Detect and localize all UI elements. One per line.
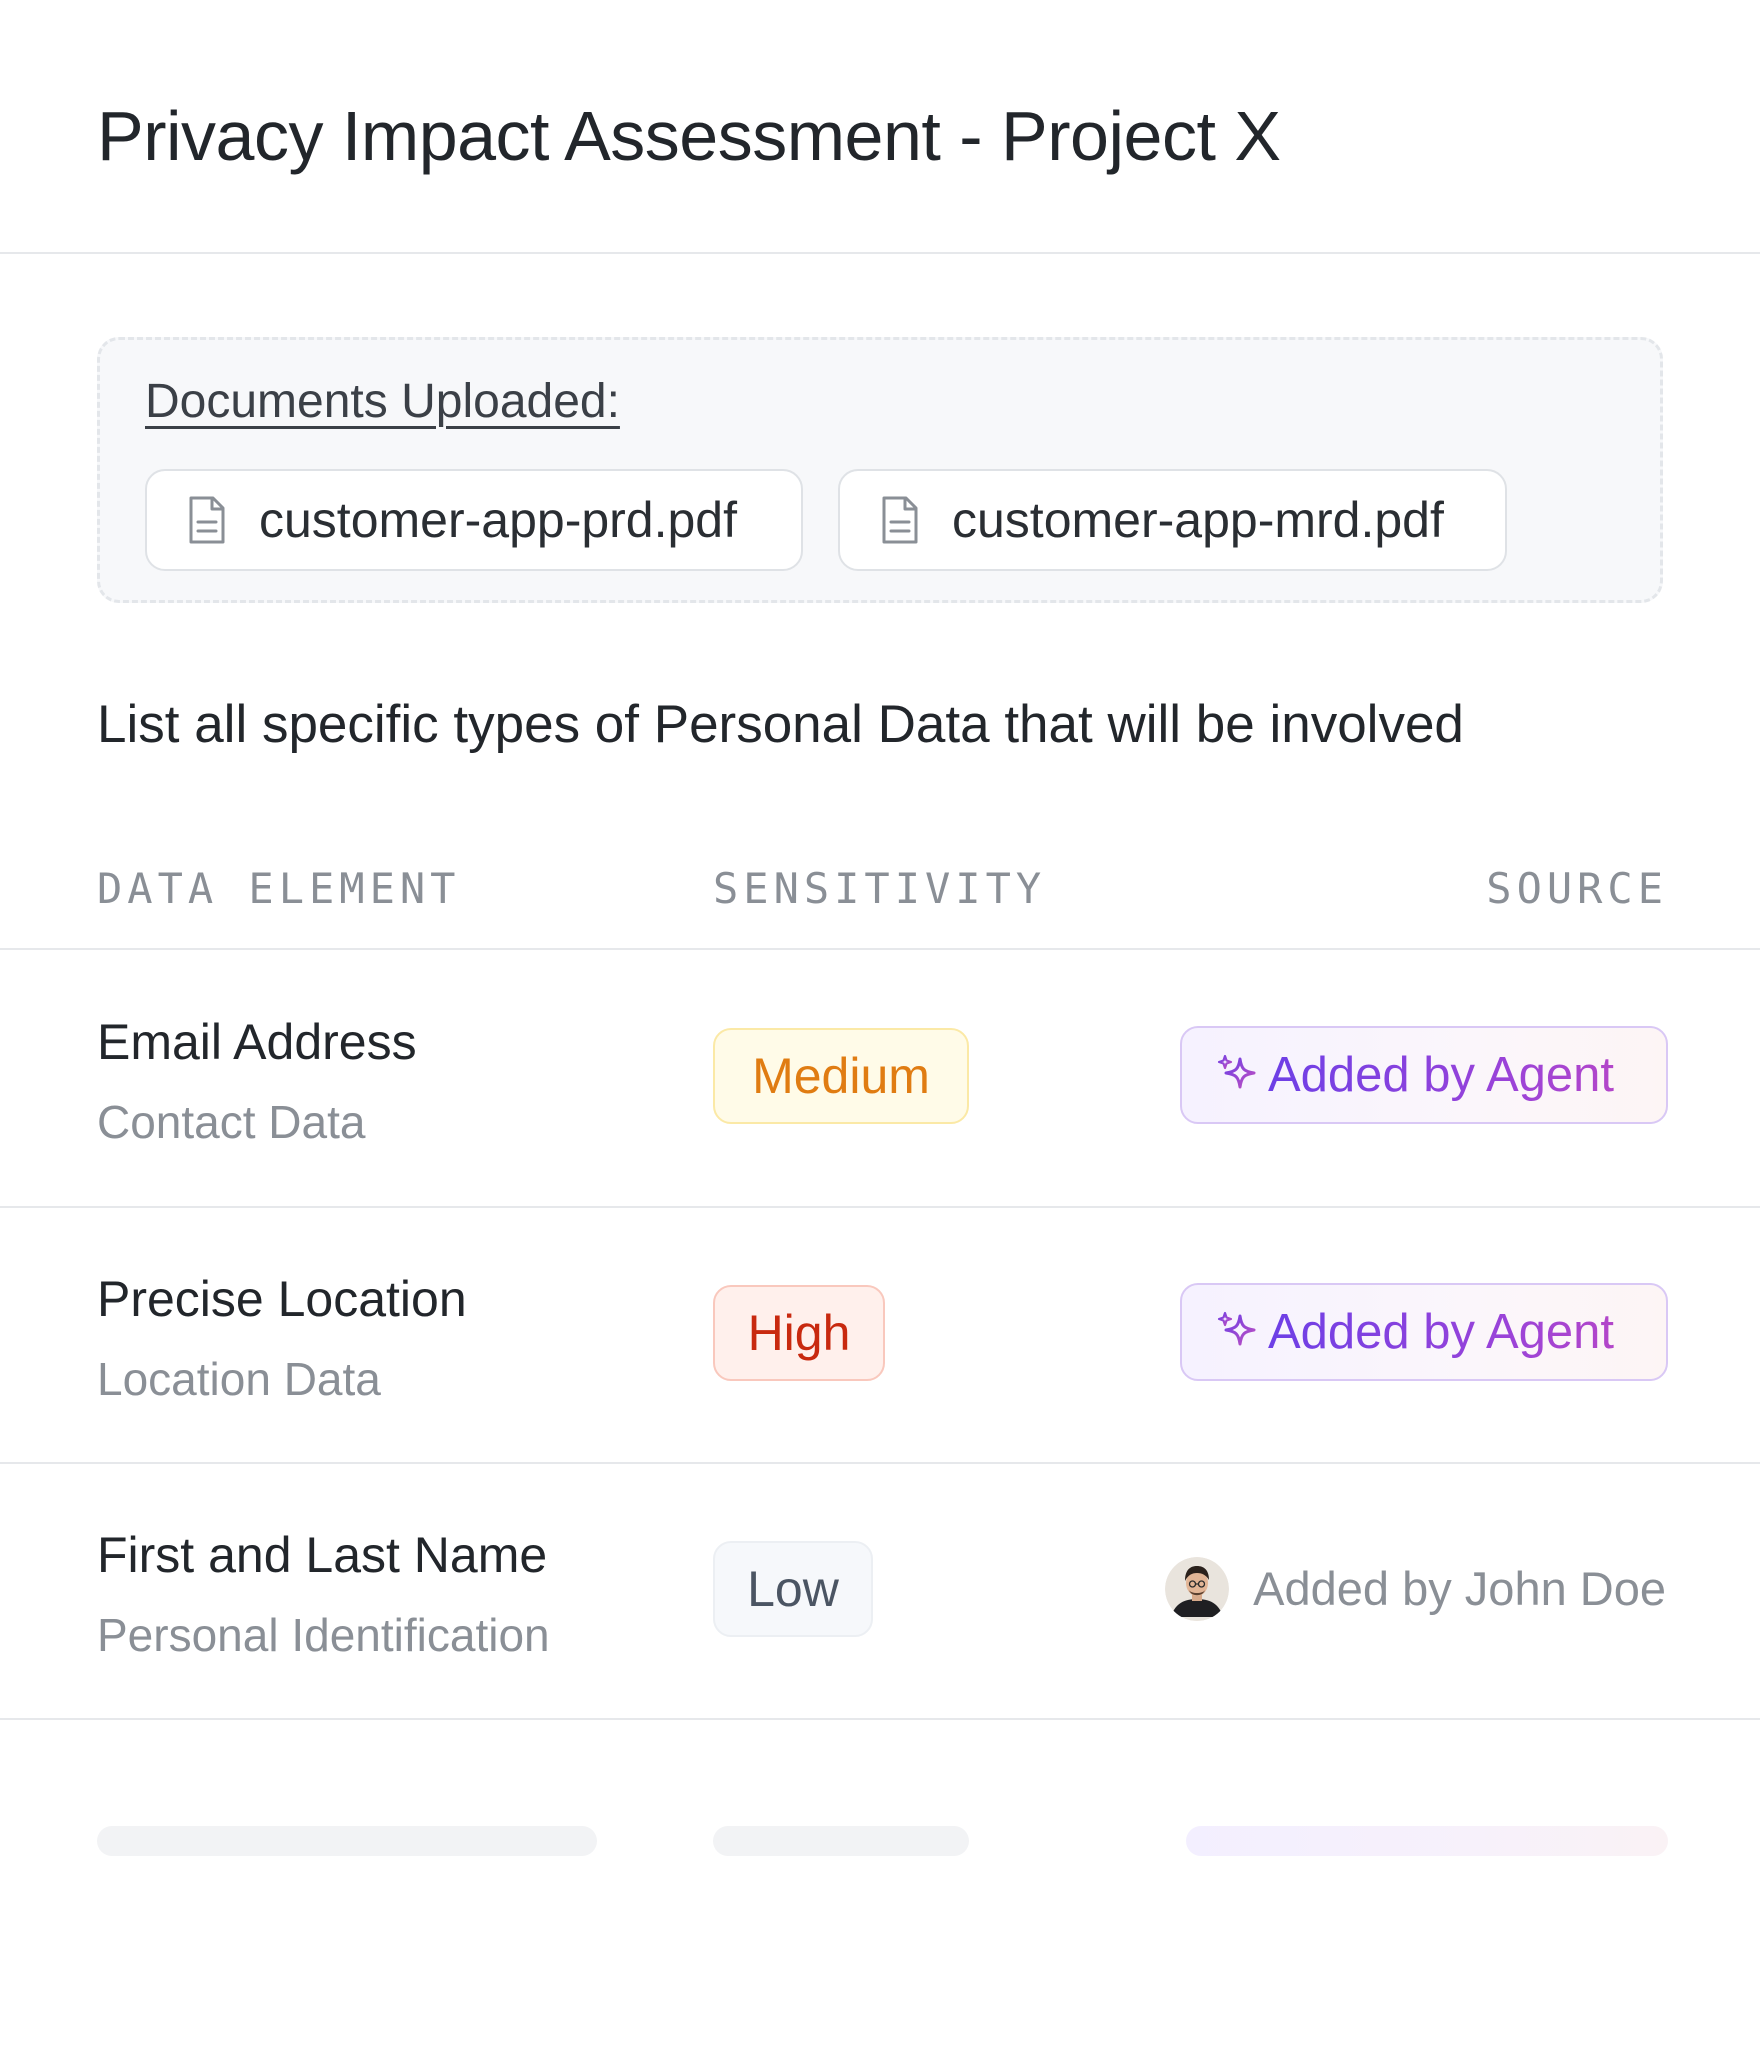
documents-uploaded-heading: Documents Uploaded: — [145, 375, 620, 428]
source-label: Added by John Doe — [1253, 1562, 1666, 1615]
document-chip-mrd[interactable]: customer-app-mrd.pdf — [838, 469, 1507, 571]
document-name: customer-app-mrd.pdf — [952, 492, 1444, 548]
sparkle-icon — [1217, 1311, 1256, 1346]
data-element-name: First and Last Name — [97, 1527, 548, 1583]
source-label: Added by Agent — [1268, 1302, 1614, 1362]
table-row[interactable]: Email Address Contact Data Medium Added … — [0, 950, 1760, 1206]
document-chip-prd[interactable]: customer-app-prd.pdf — [145, 469, 803, 571]
source-added-by-agent: Added by Agent — [1180, 1283, 1668, 1381]
document-name: customer-app-prd.pdf — [259, 492, 738, 548]
table-row[interactable]: Precise Location Location Data High Adde… — [0, 1207, 1760, 1463]
column-header-source: SOURCE — [1486, 864, 1668, 913]
file-icon — [189, 496, 225, 544]
file-icon — [882, 496, 918, 544]
column-header-data-element: DATA ELEMENT — [97, 864, 461, 913]
source-added-by-agent: Added by Agent — [1180, 1026, 1668, 1124]
column-header-sensitivity: SENSITIVITY — [713, 864, 1047, 913]
loading-placeholder-element — [97, 1826, 597, 1856]
data-element-category: Location Data — [97, 1353, 381, 1405]
privacy-assessment-page: Privacy Impact Assessment - Project X Do… — [0, 0, 1760, 2072]
page-title: Privacy Impact Assessment - Project X — [97, 97, 1281, 175]
data-element-name: Email Address — [97, 1014, 417, 1070]
data-element-category: Contact Data — [97, 1096, 366, 1148]
page-header: Privacy Impact Assessment - Project X — [0, 0, 1760, 254]
loading-placeholder-sensitivity — [713, 1826, 969, 1856]
personal-data-question: List all specific types of Personal Data… — [97, 695, 1464, 754]
sensitivity-badge-medium[interactable]: Medium — [713, 1028, 969, 1124]
loading-placeholder-source — [1186, 1826, 1668, 1856]
sparkle-icon — [1217, 1054, 1256, 1089]
data-element-category: Personal Identification — [97, 1609, 550, 1661]
avatar — [1165, 1557, 1230, 1621]
row-divider — [0, 1718, 1760, 1720]
sensitivity-badge-low[interactable]: Low — [713, 1541, 873, 1637]
sensitivity-badge-high[interactable]: High — [713, 1285, 885, 1381]
table-row[interactable]: First and Last Name Personal Identificat… — [0, 1463, 1760, 1719]
source-label: Added by Agent — [1268, 1045, 1614, 1105]
source-added-by-user: Added by John Doe — [1165, 1555, 1666, 1623]
data-element-name: Precise Location — [97, 1271, 467, 1327]
